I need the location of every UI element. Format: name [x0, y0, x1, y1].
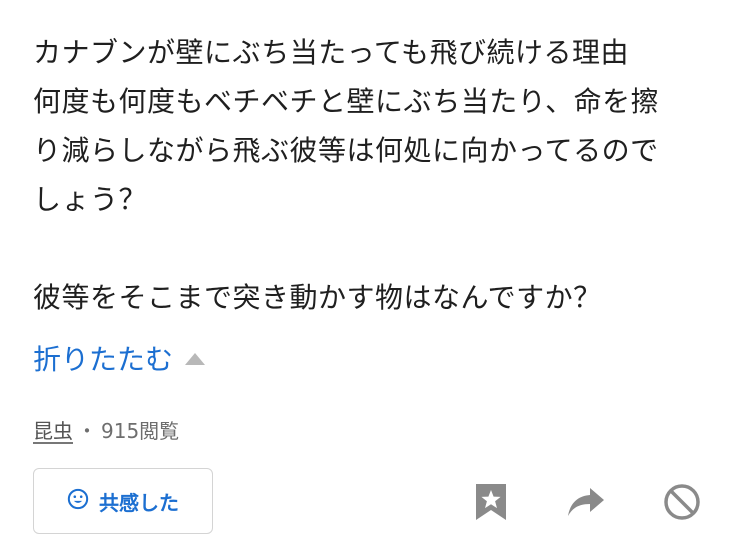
question-line: 彼等をそこまで突き動かす物はなんですか？: [33, 281, 602, 314]
smile-icon: [67, 488, 89, 514]
empathy-label: 共感した: [99, 490, 179, 515]
question-line: しょう？: [33, 183, 148, 216]
collapse-label: 折りたたむ: [33, 343, 174, 376]
collapse-toggle[interactable]: 折りたたむ: [33, 338, 206, 378]
category-link[interactable]: 昆虫: [33, 415, 73, 444]
empathy-button[interactable]: 共感した: [33, 468, 213, 534]
meta-separator: ・: [77, 419, 97, 443]
triangle-up-icon: [185, 353, 206, 365]
question-meta: 昆虫 ・ 915閲覧: [33, 415, 179, 444]
view-count: 915閲覧: [101, 419, 180, 443]
question-line: 何度も何度もベチベチと壁にぶち当たり、命を擦: [33, 85, 660, 118]
question-line: カナブンが壁にぶち当たっても飛び続ける理由: [33, 36, 629, 69]
question-line: り減らしながら飛ぶ彼等は何処に向かってるので: [33, 134, 659, 167]
share-arrow-icon[interactable]: [566, 482, 606, 522]
bookmark-star-icon[interactable]: [471, 482, 511, 522]
question-body: カナブンが壁にぶち当たっても飛び続ける理由 何度も何度もベチベチと壁にぶち当たり…: [33, 28, 723, 322]
block-icon[interactable]: [662, 482, 702, 522]
